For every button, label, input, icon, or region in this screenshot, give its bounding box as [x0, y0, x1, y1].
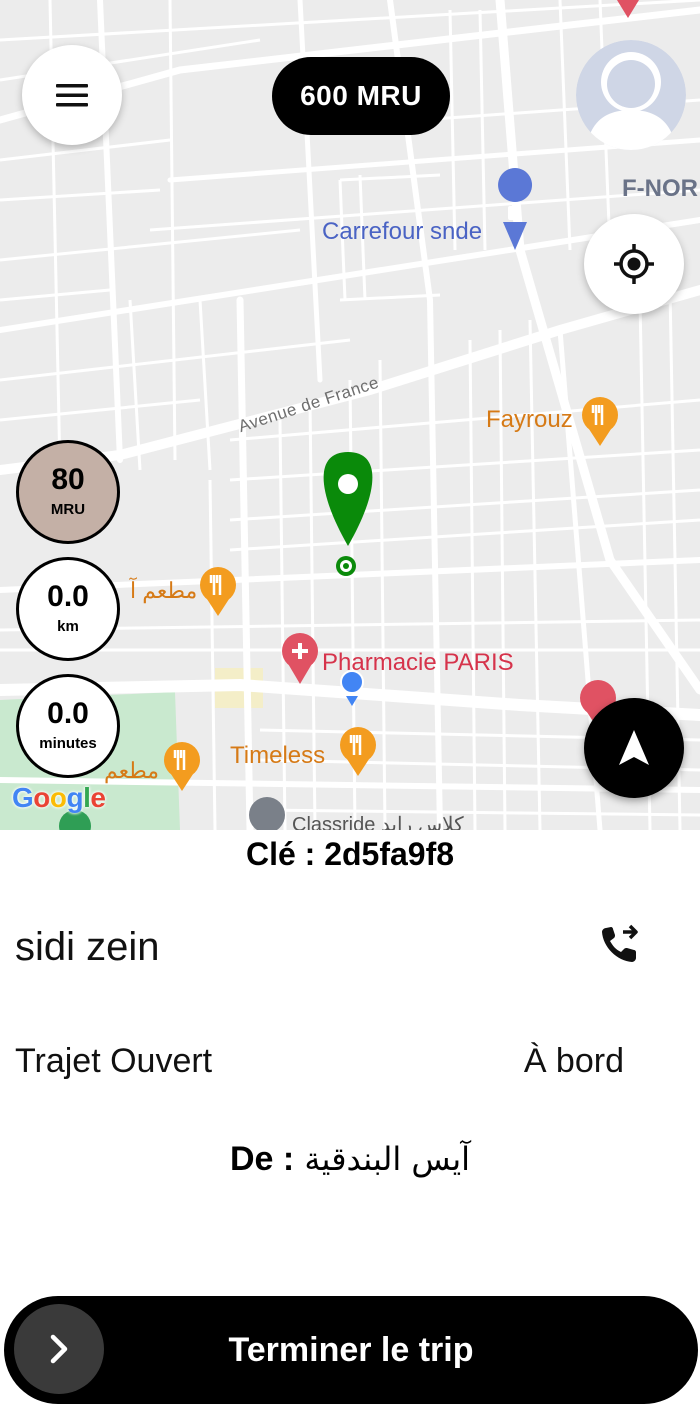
duration-badge: 0.0 minutes — [16, 674, 120, 778]
poi-restaurant-label[interactable]: مطعم آ — [130, 578, 197, 604]
duration-unit: minutes — [39, 735, 97, 752]
area-label: F-NOR — [622, 175, 698, 202]
hamburger-icon — [56, 84, 88, 107]
my-location-button[interactable] — [584, 214, 684, 314]
phone-forward-icon — [602, 924, 638, 962]
end-trip-label: Terminer le trip — [228, 1330, 474, 1369]
poi-classride-label[interactable]: Classride كلاس رايد — [292, 812, 464, 830]
slider-handle[interactable] — [14, 1304, 104, 1394]
origin-label: De : — [229, 1140, 295, 1178]
poi-fayrouz-label[interactable]: Fayrouz — [486, 406, 573, 434]
navigation-arrow-icon — [619, 730, 649, 765]
duration-value: 0.0 — [47, 697, 89, 730]
menu-button[interactable] — [22, 45, 122, 145]
current-fare-badge: 80 MRU — [16, 440, 120, 544]
rider-name: sidi zein — [15, 925, 160, 969]
poi-timeless-label[interactable]: Timeless — [230, 742, 325, 770]
trip-type-label: Trajet Ouvert — [15, 1042, 213, 1080]
end-trip-slider[interactable]: Terminer le trip — [4, 1296, 698, 1404]
distance-badge: 0.0 km — [16, 557, 120, 661]
trip-status-label: À bord — [523, 1042, 624, 1080]
poi-carrefour-label[interactable]: Carrefour snde — [322, 218, 482, 246]
user-avatar-icon — [576, 40, 686, 150]
call-rider-button[interactable] — [596, 920, 644, 968]
origin-value: آيس البندقية — [304, 1140, 471, 1178]
chevron-right-icon — [50, 1334, 68, 1364]
current-fare-value: 80 — [51, 463, 85, 496]
trip-key: Clé : 2d5fa9f8 — [245, 836, 455, 872]
poi-restaurant2-label[interactable]: مطعم — [104, 758, 159, 784]
distance-value: 0.0 — [47, 580, 89, 613]
distance-unit: km — [57, 618, 79, 635]
google-attribution: Google — [12, 782, 106, 813]
trip-fare-pill: 600 MRU — [272, 57, 450, 135]
profile-avatar[interactable] — [576, 40, 686, 150]
current-fare-unit: MRU — [50, 501, 86, 518]
crosshair-icon — [614, 244, 654, 284]
navigate-button[interactable] — [584, 698, 684, 798]
pickup-origin: De : آيس البندقية — [0, 1140, 700, 1179]
poi-pharmacie-label[interactable]: Pharmacie PARIS — [322, 649, 514, 677]
